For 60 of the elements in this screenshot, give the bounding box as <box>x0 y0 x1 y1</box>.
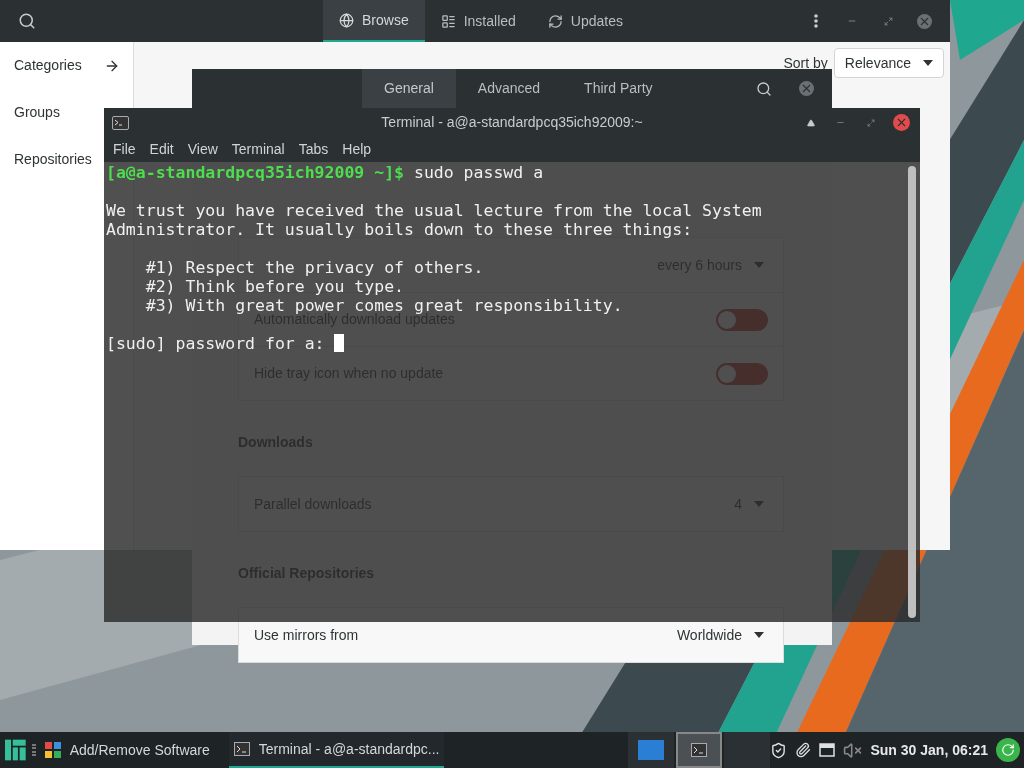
sidebar-item[interactable]: Repositories <box>14 136 92 183</box>
shield-icon[interactable] <box>770 741 788 759</box>
text-cursor <box>334 334 345 352</box>
output-text: #1) Respect the privacy of others. <box>144 258 484 277</box>
caret-icon <box>923 60 933 66</box>
manjaro-logo-icon[interactable] <box>5 738 26 762</box>
view-tab[interactable]: Browse <box>323 0 425 42</box>
setting-dropdown[interactable]: Worldwide <box>676 624 768 646</box>
task-button[interactable]: Add/Remove Software <box>39 732 215 768</box>
window-thumbnail <box>638 740 665 760</box>
clock[interactable]: Sun 30 Jan, 06:21 <box>870 739 988 761</box>
output-text: #3) With great power comes great responsibility. <box>144 296 623 315</box>
settings-tab[interactable]: Advanced <box>455 69 563 108</box>
workspace-button[interactable] <box>628 732 675 768</box>
menu-item[interactable]: Edit <box>142 139 181 160</box>
window-title: Terminal - a@a-standardpcq35ich92009:~ <box>380 113 644 132</box>
view-tab[interactable]: Installed <box>424 0 532 42</box>
settings-tab[interactable]: General <box>362 69 456 108</box>
software-icon <box>44 742 61 758</box>
setting-label: Use mirrors from <box>254 625 359 645</box>
shell-prompt: [a@a-standardpcq35ich92009 ~]$ <box>106 163 404 182</box>
scrollbar[interactable] <box>908 166 916 618</box>
triangle-icon <box>806 118 815 127</box>
update-icon[interactable] <box>996 738 1020 762</box>
search-icon <box>756 80 772 97</box>
menu-item[interactable]: View <box>180 139 225 160</box>
view-tab[interactable]: Updates <box>531 0 639 42</box>
sort-dropdown[interactable]: Relevance <box>833 48 944 78</box>
close-icon <box>892 114 910 131</box>
password-prompt: [sudo] password for a: <box>106 334 326 353</box>
terminal-icon <box>233 742 250 756</box>
output-text: Administrator. It usually boils down to these three things: <box>106 220 693 239</box>
maximize-icon <box>883 16 893 26</box>
output-text: #2) Think before you type. <box>144 277 404 296</box>
grip-icon <box>31 744 36 756</box>
settings-tab[interactable]: Third Party <box>562 69 675 108</box>
sidebar-item[interactable]: Categories <box>14 42 120 89</box>
menu-item[interactable]: Terminal <box>224 139 292 160</box>
list-icon <box>440 13 456 29</box>
close-icon <box>916 13 932 29</box>
sidebar-item[interactable]: Groups <box>14 89 60 136</box>
terminal-icon <box>112 115 129 130</box>
network-icon[interactable] <box>819 743 836 757</box>
command-text: sudo passwd a <box>412 163 544 182</box>
paperclip-icon[interactable] <box>795 742 812 758</box>
search-button[interactable] <box>18 12 36 30</box>
muted-speaker-icon[interactable] <box>843 740 863 760</box>
refresh-icon <box>547 13 563 29</box>
workspace-button[interactable] <box>676 732 723 768</box>
output-text: We trust you have received the usual lecture from the local System <box>106 201 762 220</box>
menu-item[interactable]: Help <box>335 139 379 160</box>
terminal-icon <box>691 743 708 757</box>
globe-icon <box>339 12 354 28</box>
task-button[interactable]: Terminal - a@a-standardpc... <box>228 732 445 768</box>
maximize-icon <box>867 118 876 127</box>
menu-item[interactable]: File <box>106 139 143 160</box>
menu-item[interactable]: Tabs <box>291 139 336 160</box>
kebab-icon <box>814 14 818 28</box>
close-icon <box>798 81 814 96</box>
caret-icon <box>754 632 764 638</box>
